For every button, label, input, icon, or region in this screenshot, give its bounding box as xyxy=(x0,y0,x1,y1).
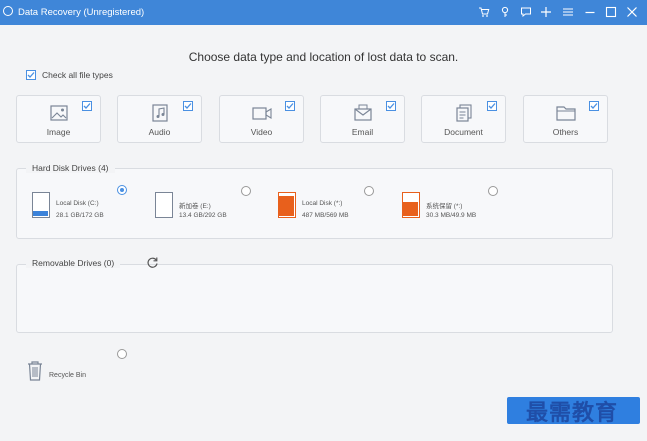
menu-icon[interactable] xyxy=(560,4,576,20)
video-icon xyxy=(251,104,272,122)
video-checkbox[interactable] xyxy=(285,101,295,111)
drive-icon xyxy=(402,192,420,218)
title-bar: Data Recovery (Unregistered) xyxy=(0,0,647,25)
email-icon xyxy=(353,104,373,122)
hard-disk-title: Hard Disk Drives (4) xyxy=(26,163,115,173)
audio-icon xyxy=(150,104,170,122)
document-icon xyxy=(454,104,474,122)
drive-local-star-radio[interactable] xyxy=(364,186,374,196)
chat-icon[interactable] xyxy=(518,4,534,20)
file-type-label: Image xyxy=(46,127,71,137)
check-all-label: Check all file types xyxy=(42,70,113,80)
file-type-label: Others xyxy=(552,127,579,137)
file-type-email[interactable]: Email xyxy=(320,95,405,143)
drive-system-reserved-radio[interactable] xyxy=(488,186,498,196)
check-all-checkbox[interactable] xyxy=(26,70,36,80)
image-icon xyxy=(49,104,69,122)
cart-icon[interactable] xyxy=(476,4,492,20)
check-all-file-types[interactable]: Check all file types xyxy=(26,70,113,80)
recycle-bin-label: Recycle Bin xyxy=(49,372,86,379)
file-type-image[interactable]: Image xyxy=(16,95,101,143)
drive-c-radio[interactable] xyxy=(117,185,127,195)
file-type-label: Email xyxy=(351,127,374,137)
drive-size: 13.4 GB/292 GB xyxy=(179,212,227,219)
watermark: 最需教育 xyxy=(526,401,619,426)
recycle-bin-icon[interactable] xyxy=(26,360,44,387)
drive-name: 新加卷 (E:) xyxy=(179,203,211,210)
file-type-document[interactable]: Document xyxy=(421,95,506,143)
file-type-label: Document xyxy=(444,127,483,137)
window-title: Data Recovery (Unregistered) xyxy=(18,7,145,18)
file-type-others[interactable]: Others xyxy=(523,95,608,143)
drive-icon xyxy=(278,192,296,218)
maximize-icon[interactable] xyxy=(603,4,619,20)
drive-size: 30.3 MB/49.9 MB xyxy=(426,212,477,219)
removable-title: Removable Drives (0) xyxy=(26,258,121,268)
key-icon[interactable] xyxy=(497,4,513,20)
drive-icon xyxy=(32,192,50,218)
folder-icon xyxy=(555,104,576,122)
email-checkbox[interactable] xyxy=(386,101,396,111)
file-type-label: Audio xyxy=(148,127,171,137)
others-checkbox[interactable] xyxy=(589,101,599,111)
drive-name: Local Disk (*:) xyxy=(302,200,343,207)
drive-icon xyxy=(155,192,173,218)
document-checkbox[interactable] xyxy=(487,101,497,111)
drive-name: 系统保留 (*:) xyxy=(426,203,463,210)
refresh-icon[interactable] xyxy=(146,256,159,274)
page-heading: Choose data type and location of lost da… xyxy=(188,50,459,64)
recycle-bin-radio[interactable] xyxy=(117,349,127,359)
file-type-label: Video xyxy=(250,127,273,137)
removable-panel xyxy=(16,264,613,333)
app-logo-icon xyxy=(3,6,13,16)
close-icon[interactable] xyxy=(624,4,640,20)
image-checkbox[interactable] xyxy=(82,101,92,111)
drive-name: Local Disk (C:) xyxy=(56,200,99,207)
drive-size: 487 MB/569 MB xyxy=(302,212,349,219)
plus-icon[interactable] xyxy=(538,4,554,20)
drive-e-radio[interactable] xyxy=(241,186,251,196)
audio-checkbox[interactable] xyxy=(183,101,193,111)
file-type-audio[interactable]: Audio xyxy=(117,95,202,143)
file-type-video[interactable]: Video xyxy=(219,95,304,143)
drive-size: 28.1 GB/172 GB xyxy=(56,212,104,219)
minimize-icon[interactable] xyxy=(582,4,598,20)
